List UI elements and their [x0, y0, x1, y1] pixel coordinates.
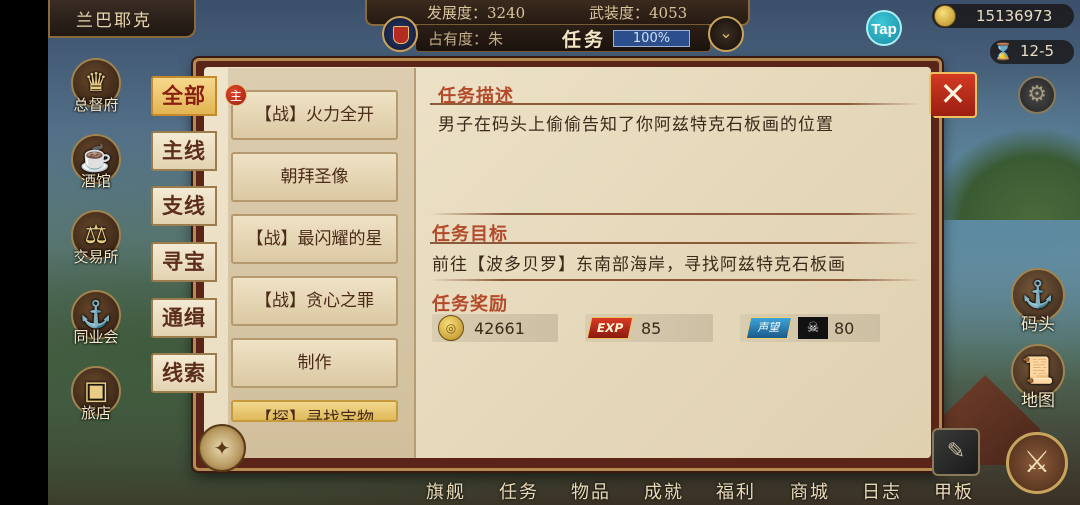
- nation-crest-icon[interactable]: [382, 16, 418, 52]
- tap-button[interactable]: Tap: [866, 10, 902, 46]
- divider: [430, 279, 920, 281]
- reward-fame-value: 80: [834, 319, 855, 338]
- occupancy-bar: 占有度：朱 任务 100%: [415, 24, 711, 52]
- quest-item[interactable]: 朝拜圣像: [231, 152, 398, 202]
- reward-fame: 声望 ☠ 80: [740, 314, 880, 342]
- gold-coin-icon: ◎: [438, 315, 464, 341]
- hourglass-icon: ⌛: [993, 42, 1013, 61]
- gold-coin-icon: [934, 5, 956, 27]
- left-black-bar: [0, 0, 48, 505]
- quest-label: 【战】火力全开: [255, 105, 374, 125]
- quest-item-selected[interactable]: 【探】寻找宝物: [231, 400, 398, 422]
- quest-label: 【探】寻找宝物: [255, 409, 374, 422]
- reward-exp: EXP 85: [585, 314, 713, 342]
- gold-display[interactable]: 15136973: [932, 4, 1074, 28]
- city-menu-inn[interactable]: ▣ 旅店: [64, 366, 128, 423]
- city-menu-label: 总督府: [73, 96, 119, 114]
- quest-label: 【战】最闪耀的星: [246, 229, 383, 249]
- tab-treasure[interactable]: 寻宝: [151, 242, 217, 282]
- city-menu-label: 地图: [1021, 391, 1055, 411]
- tab-clues[interactable]: 线索: [151, 353, 217, 393]
- reward-gold: ◎ 42661: [432, 314, 558, 342]
- city-menu-exchange[interactable]: ⚖ 交易所: [64, 210, 128, 267]
- tab-main[interactable]: 主线: [151, 131, 217, 171]
- nav-items[interactable]: 物品: [571, 478, 611, 504]
- city-stats-bar: 发展度：3240 武装度：4053: [365, 0, 750, 26]
- compass-icon: ✦: [198, 424, 246, 472]
- city-menu-label: 码头: [1021, 315, 1055, 335]
- close-icon[interactable]: ✕: [929, 72, 977, 118]
- divider: [430, 213, 920, 215]
- skull-crossbones-icon: ☠: [798, 317, 828, 339]
- quest-item[interactable]: 制作: [231, 338, 398, 388]
- quest-item[interactable]: 【战】最闪耀的星: [231, 214, 398, 264]
- tab-all[interactable]: 全部: [151, 76, 217, 116]
- gear-icon[interactable]: ⚙: [1018, 76, 1056, 114]
- nav-deck[interactable]: 甲板: [934, 478, 974, 504]
- armament-stat: 武装度：4053: [589, 3, 688, 22]
- fame-icon: 声望: [745, 317, 793, 339]
- quest-item[interactable]: 【战】贪心之罪: [231, 276, 398, 326]
- nav-shop[interactable]: 商城: [790, 478, 830, 504]
- divider: [430, 242, 920, 244]
- city-name-plate: 兰巴耶克: [48, 0, 196, 38]
- game-date: 12-5: [1020, 42, 1055, 60]
- city-menu-label: 酒馆: [80, 172, 111, 190]
- occupancy-meter: 100%: [613, 30, 690, 47]
- city-menu-label: 旅店: [80, 404, 111, 422]
- goal-text: 前往【波多贝罗】东南部海岸，寻找阿兹特克石板画: [432, 255, 846, 275]
- development-stat: 发展度：3240: [427, 3, 526, 22]
- reward-exp-value: 85: [641, 319, 662, 338]
- occupancy-stat: 占有度：朱: [428, 29, 504, 48]
- description-text: 男子在码头上偷偷告知了你阿兹特克石板画的位置: [438, 115, 834, 135]
- city-menu-label: 交易所: [73, 248, 119, 266]
- bottom-nav: 旗舰 任务 物品 成就 福利 商城 日志 甲板: [416, 474, 996, 505]
- divider: [430, 103, 920, 105]
- city-menu-dock[interactable]: ⚓ 码头: [1006, 268, 1070, 335]
- city-menu-label: 同业会: [73, 328, 119, 346]
- tab-wanted[interactable]: 通缉: [151, 298, 217, 338]
- chevron-down-icon[interactable]: ⌄: [708, 16, 744, 52]
- main-quest-badge: 主: [225, 84, 247, 106]
- page-title: 任务: [562, 28, 607, 51]
- reward-title: 任务奖励: [432, 294, 508, 315]
- gold-amount: 15136973: [976, 7, 1053, 25]
- nav-welfare[interactable]: 福利: [716, 478, 756, 504]
- nav-flagship[interactable]: 旗舰: [426, 478, 466, 504]
- city-menu-governor[interactable]: ♛ 总督府: [64, 58, 128, 115]
- crossed-swords-icon[interactable]: ⚔: [1006, 432, 1068, 494]
- city-menu-guild[interactable]: ⚓ 同业会: [64, 290, 128, 347]
- reward-gold-value: 42661: [474, 319, 525, 338]
- city-name: 兰巴耶克: [76, 10, 152, 31]
- exp-icon: EXP: [586, 317, 634, 339]
- nav-achievements[interactable]: 成就: [644, 478, 684, 504]
- date-display: ⌛ 12-5: [990, 40, 1074, 64]
- logbook-icon[interactable]: ✎: [932, 428, 980, 476]
- quest-label: 【战】贪心之罪: [255, 291, 374, 311]
- city-menu-tavern[interactable]: ☕ 酒馆: [64, 134, 128, 191]
- hill-scenery: [930, 130, 1080, 220]
- nav-quests[interactable]: 任务: [499, 478, 539, 504]
- quest-label: 朝拜圣像: [280, 167, 349, 187]
- quest-label: 制作: [297, 353, 332, 373]
- nav-log[interactable]: 日志: [862, 478, 902, 504]
- quest-item[interactable]: 主 【战】火力全开: [225, 84, 398, 140]
- tab-side[interactable]: 支线: [151, 186, 217, 226]
- city-menu-map[interactable]: 📜 地图: [1006, 344, 1070, 411]
